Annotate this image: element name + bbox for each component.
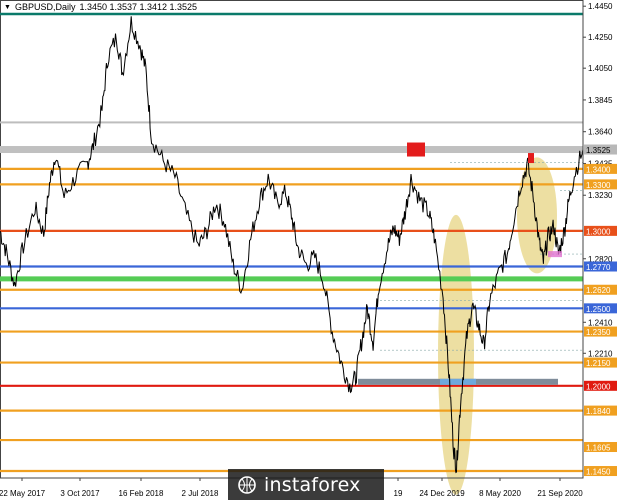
highlight-ellipse <box>438 214 474 495</box>
price-tick-label: 1.2150 <box>586 359 611 368</box>
price-tick-label: 1.2500 <box>586 305 611 314</box>
x-tick-label: 19 <box>394 489 403 498</box>
y-tick-label: 1.3845 <box>588 96 613 105</box>
price-tick-label: 1.3525 <box>586 146 611 155</box>
logo-icon <box>238 475 256 494</box>
chart: 1.4450 1.4250 1.4050 1.3845 1.3640 1.3525 1.34… <box>0 0 620 500</box>
price-tick-label: 1.2770 <box>586 263 611 272</box>
red-marker <box>407 142 425 157</box>
ohlc-values: 1.3450 1.3537 1.3412 1.3525 <box>79 2 198 12</box>
chart-header: ▼ GBPUSD,Daily 1.3450 1.3537 1.3412 1.35… <box>4 2 197 12</box>
watermark: instaforex <box>228 469 384 500</box>
x-tick-label: 2 Jul 2018 <box>182 489 219 498</box>
price-tick-label: 1.3000 <box>586 227 611 236</box>
price-tick-label: 1.2350 <box>586 328 611 337</box>
symbol-label: GBPUSD,Daily <box>14 2 76 12</box>
chart-svg: 1.4450 1.4250 1.4050 1.3845 1.3640 1.3525 1.34… <box>0 0 617 498</box>
price-tick-label: 1.3300 <box>586 181 611 190</box>
dropdown-triangle-icon[interactable]: ▼ <box>4 4 11 11</box>
price-tick-label: 1.3400 <box>586 165 611 174</box>
y-tick-label: 1.2410 <box>588 318 613 327</box>
price-tick-label: 1.2000 <box>586 382 611 391</box>
price-tick-label: 1.1840 <box>586 407 611 416</box>
support-zone-accent <box>440 378 476 385</box>
x-tick-label: 21 Sep 2020 <box>537 489 583 498</box>
pink-marker <box>548 251 562 258</box>
price-tick-label: 1.1450 <box>586 468 611 477</box>
x-tick-label: 8 May 2020 <box>479 489 521 498</box>
level-band <box>0 121 583 124</box>
y-tick-label: 1.4250 <box>588 33 613 42</box>
plot-frame <box>0 0 584 479</box>
x-tick-label: 24 Dec 2019 <box>419 489 465 498</box>
red-marker-small <box>528 153 534 164</box>
price-tick-label: 1.2620 <box>586 286 611 295</box>
x-tick-label: 16 Feb 2018 <box>119 489 164 498</box>
resistance-band <box>0 146 583 154</box>
y-tick-label: 1.3640 <box>588 128 613 137</box>
price-tick-label: 1.1605 <box>586 444 611 453</box>
y-tick-label: 1.4050 <box>588 64 613 73</box>
y-tick-label: 1.4450 <box>588 2 613 11</box>
y-tick-label: 1.3230 <box>588 191 613 200</box>
x-tick-label: 3 Oct 2017 <box>60 489 100 498</box>
x-tick-label: 22 May 2017 <box>0 489 46 498</box>
watermark-text: instaforex <box>264 473 361 496</box>
y-tick-label: 1.2210 <box>588 349 613 358</box>
